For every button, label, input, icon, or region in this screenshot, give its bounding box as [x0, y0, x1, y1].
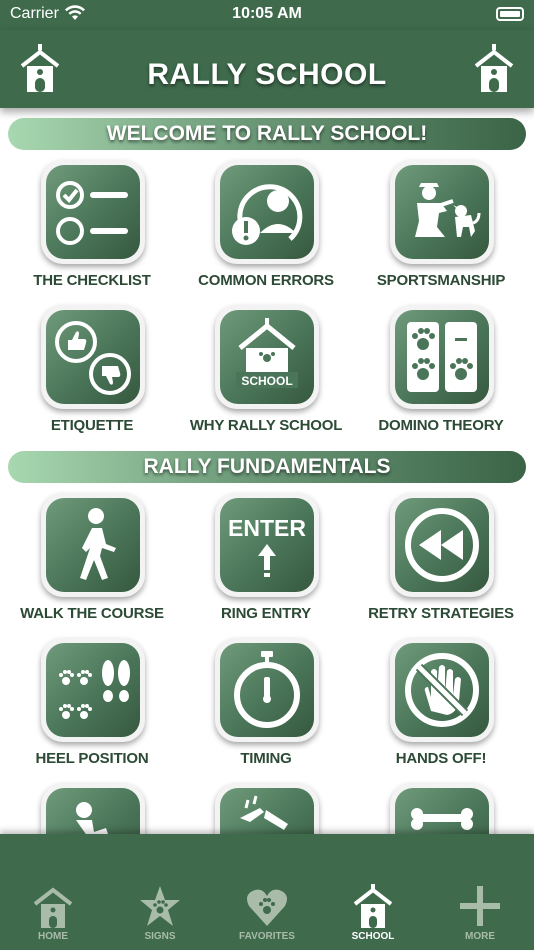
tile-label: RETRY STRATEGIES: [368, 605, 514, 622]
school-icon: [353, 884, 393, 928]
tile-label: HEEL POSITION: [35, 750, 149, 767]
tile-common-errors[interactable]: COMMON ERRORS: [191, 160, 341, 300]
tile-label: WHY RALLY SCHOOL: [189, 417, 343, 434]
enter-text: ENTER: [228, 515, 306, 541]
school-content[interactable]: WELCOME TO RALLY SCHOOL! THE CHECKLIST C…: [0, 108, 534, 834]
tile-hands-off[interactable]: HANDS OFF!: [366, 638, 516, 778]
tab-favorites[interactable]: FAVORITES: [227, 884, 307, 948]
tile-walk-the-course[interactable]: WALK THE COURSE: [17, 493, 167, 633]
sitting-person-icon: [76, 802, 108, 834]
tile-partial[interactable]: [366, 783, 516, 834]
tile-retry-strategies[interactable]: RETRY STRATEGIES: [366, 493, 516, 633]
status-bar: Carrier 10:05 AM: [0, 0, 534, 30]
tile-ring-entry[interactable]: ENTER RING ENTRY: [191, 493, 341, 633]
tile-label: RING ENTRY: [221, 605, 311, 622]
tile-label: THE CHECKLIST: [33, 272, 151, 289]
bone-icon: [411, 808, 473, 830]
clock: 10:05 AM: [232, 5, 302, 22]
page-title: RALLY SCHOOL: [147, 58, 387, 91]
paws-footprints-icon: [59, 660, 130, 719]
tile-domino-theory[interactable]: DOMINO THEORY: [366, 305, 516, 445]
person-error-icon: [232, 184, 303, 245]
tile-checklist[interactable]: THE CHECKLIST: [17, 160, 167, 300]
tab-label: SIGNS: [144, 931, 176, 942]
tile-timing[interactable]: TIMING: [191, 638, 341, 778]
stopwatch-icon: [234, 651, 300, 728]
hand-dog-icon: [240, 795, 288, 830]
tile-label: ETIQUETTE: [50, 417, 134, 434]
tile-label: TIMING: [240, 750, 292, 767]
handler-dog-icon: [415, 183, 481, 237]
heart-paw-icon: [247, 889, 287, 926]
rewind-icon: [405, 508, 479, 582]
tab-more[interactable]: MORE: [440, 884, 520, 948]
tile-label: SPORTSMANSHIP: [376, 272, 506, 289]
tab-signs[interactable]: SIGNS: [120, 884, 200, 948]
tile-partial[interactable]: [191, 783, 341, 834]
tab-label: SCHOOL: [351, 931, 395, 942]
tile-label: COMMON ERRORS: [198, 272, 334, 289]
tile-why-rally-school[interactable]: SCHOOL WHY RALLY SCHOOL: [190, 305, 342, 445]
schoolhouse-icon[interactable]: [474, 44, 514, 96]
tile-sportsmanship[interactable]: SPORTSMANSHIP: [366, 160, 516, 300]
section-banner-fundamentals: RALLY FUNDAMENTALS: [8, 451, 526, 483]
tile-etiquette[interactable]: ETIQUETTE: [17, 305, 167, 445]
tab-bar: HOME SIGNS FAVORITES SCHOOL MORE: [0, 834, 534, 950]
no-hand-icon: [405, 653, 479, 727]
tab-school[interactable]: SCHOOL: [333, 884, 413, 948]
star-paw-icon: [140, 886, 180, 926]
tile-heel-position[interactable]: HEEL POSITION: [17, 638, 167, 778]
tab-home[interactable]: HOME: [13, 884, 93, 948]
home-icon: [33, 887, 73, 928]
checklist-icon: [56, 181, 128, 245]
enter-arrow-icon: ENTER: [228, 515, 306, 577]
nav-bar: RALLY SCHOOL: [0, 30, 534, 108]
section-banner-welcome: WELCOME TO RALLY SCHOOL!: [8, 118, 526, 150]
plus-icon: [460, 886, 500, 926]
tile-label: DOMINO THEORY: [378, 417, 504, 434]
tab-label: HOME: [38, 931, 68, 942]
paw-domino-icon: [407, 322, 477, 392]
tab-label: FAVORITES: [239, 931, 295, 942]
thumbs-up-down-icon: [55, 321, 131, 395]
tile-partial[interactable]: [17, 783, 167, 834]
tab-label: MORE: [465, 931, 495, 942]
school-sign-text: SCHOOL: [241, 374, 292, 388]
tile-label: WALK THE COURSE: [20, 605, 164, 622]
battery-icon: [496, 7, 524, 21]
tile-label: HANDS OFF!: [395, 750, 487, 767]
walking-person-icon: [80, 508, 116, 580]
school-house-icon: SCHOOL: [236, 318, 298, 388]
